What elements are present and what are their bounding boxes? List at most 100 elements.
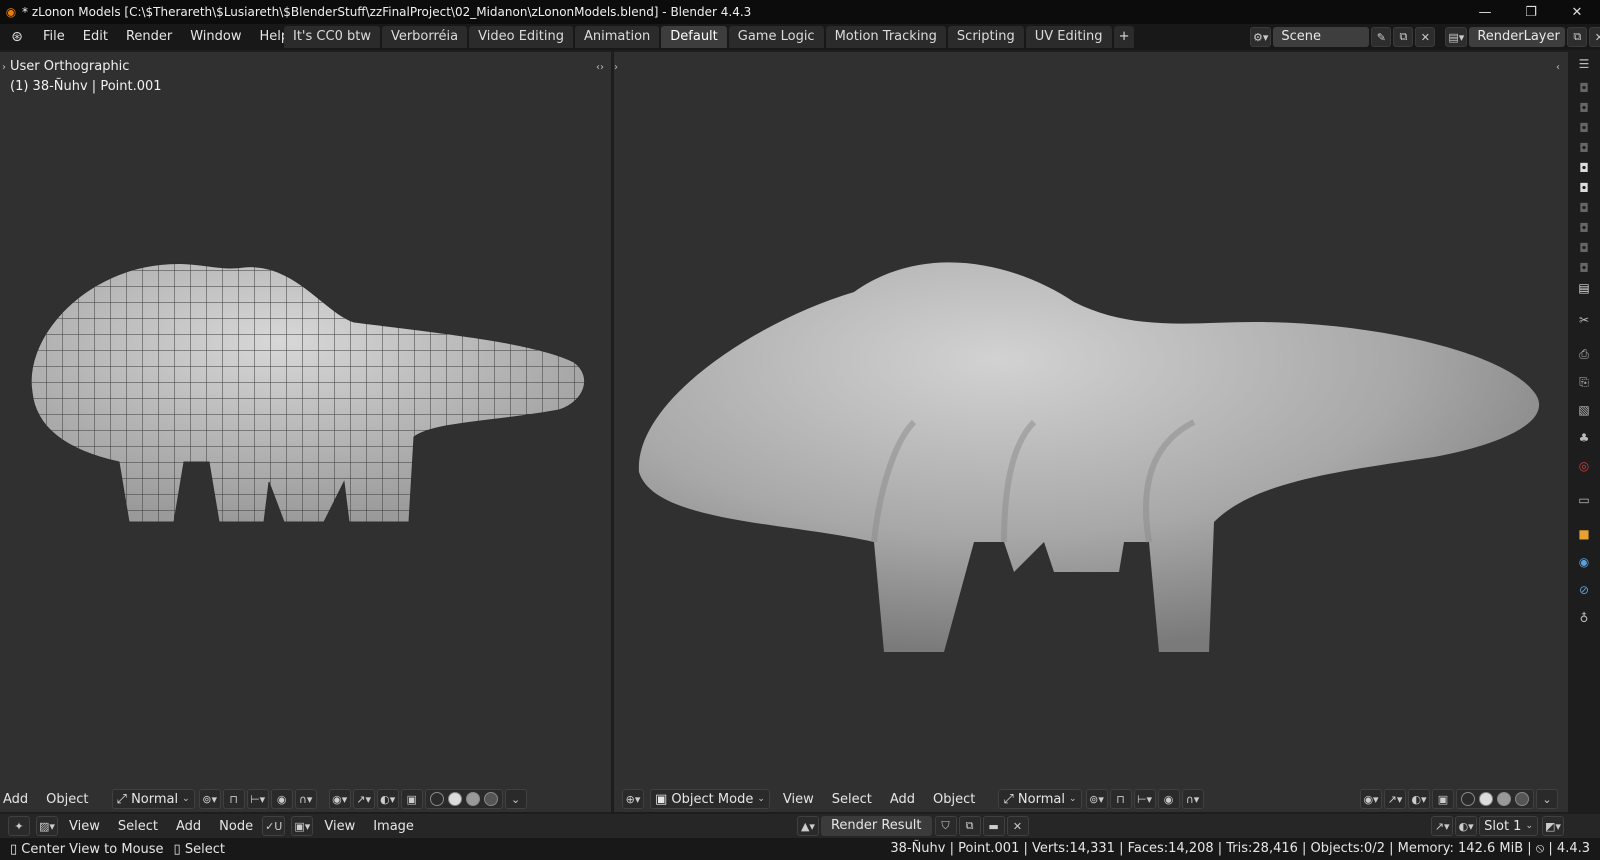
overlay-icon[interactable]: ◐▾ [376, 789, 399, 809]
use-nodes-checkbox[interactable]: ✓U [262, 816, 286, 836]
camera-icon-3[interactable]: ◘ [1574, 118, 1594, 138]
tab-its-cc0-btw[interactable]: It's CC0 btw [284, 26, 380, 48]
transform-orientation-dropdown[interactable]: ⤢ Normal ⌄ [111, 789, 195, 809]
rendered-shading-icon[interactable] [1515, 792, 1529, 806]
image-view-menu[interactable]: View [315, 819, 364, 834]
overlay-icon-bottom[interactable]: ◐▾ [1455, 816, 1478, 836]
rendered-shading-icon[interactable] [483, 792, 498, 806]
shading-options-icon[interactable]: ⌄ [504, 789, 527, 809]
snap-target-icon[interactable]: ⊢▾ [246, 789, 269, 809]
snap-target-icon-right[interactable]: ⊢▾ [1133, 789, 1156, 809]
split-area-icon-right[interactable]: › [614, 62, 618, 73]
solid-shading-icon[interactable] [1479, 792, 1493, 806]
falloff-icon-right[interactable]: ∩▾ [1181, 789, 1204, 809]
tab-video-editing[interactable]: Video Editing [469, 26, 573, 48]
solid-shading-icon[interactable] [447, 792, 462, 806]
object-props-icon[interactable]: ■ [1574, 524, 1594, 544]
tab-default[interactable]: Default [661, 26, 727, 48]
xray-icon[interactable]: ▣ [400, 789, 423, 809]
wireframe-shading-icon[interactable] [1461, 792, 1475, 806]
tool-icon[interactable]: ✂ [1574, 310, 1594, 330]
object-menu[interactable]: Object [37, 792, 97, 807]
gizmo-icon[interactable]: ↗▾ [352, 789, 375, 809]
pin-icon[interactable]: ✎ [1371, 27, 1392, 47]
mode-dropdown[interactable]: ▣ Object Mode ⌄ [650, 789, 770, 809]
falloff-icon[interactable]: ∩▾ [294, 789, 317, 809]
node-view-menu[interactable]: View [60, 819, 109, 834]
camera-icon-5[interactable]: ◘ [1574, 158, 1594, 178]
pivot-point-icon[interactable]: ⊚▾ [198, 789, 221, 809]
new-scene-icon[interactable]: ⧉ [1393, 27, 1414, 47]
add-menu[interactable]: Add [0, 792, 37, 807]
delete-scene-icon[interactable]: ✕ [1415, 27, 1436, 47]
close-icon[interactable]: ✕ [1554, 0, 1600, 24]
camera-icon-2[interactable]: ◘ [1574, 98, 1594, 118]
node-editor-type-icon[interactable]: ✦ [8, 816, 30, 836]
toolbar-toggle-icon[interactable]: › [2, 62, 6, 73]
scene-name-field[interactable]: Scene [1273, 27, 1370, 47]
view-menu[interactable]: View [774, 792, 823, 807]
new-view-layer-icon[interactable]: ⧉ [1567, 27, 1588, 47]
slot-dropdown[interactable]: Slot 1 ⌄ [1479, 816, 1538, 836]
camera-icon-9[interactable]: ◘ [1574, 238, 1594, 258]
image-editor-type-icon[interactable]: ▣▾ [291, 816, 314, 836]
wireframe-shading-icon[interactable] [429, 792, 444, 806]
camera-icon-6[interactable]: ◘ [1574, 178, 1594, 198]
add-workspace-button[interactable]: + [1113, 26, 1135, 48]
image-image-menu[interactable]: Image [364, 819, 423, 834]
collection-icon[interactable]: ▭ [1574, 490, 1594, 510]
node-node-menu[interactable]: Node [210, 819, 262, 834]
scene-browse-icon[interactable]: ⚙▾ [1250, 27, 1272, 47]
visibility-icon[interactable]: ◉▾ [328, 789, 351, 809]
view-layer-field[interactable]: RenderLayer [1469, 27, 1566, 47]
material-shading-icon[interactable] [465, 792, 480, 806]
transform-orientation-dropdown-right[interactable]: ⤢ Normal ⌄ [998, 789, 1082, 809]
minimize-icon[interactable]: — [1462, 0, 1508, 24]
blender-logo-icon[interactable]: ⊛ [0, 24, 34, 50]
tab-animation[interactable]: Animation [574, 26, 660, 48]
scene-props-icon[interactable]: ♣ [1574, 428, 1594, 448]
object-menu-right[interactable]: Object [924, 792, 984, 807]
tab-scripting[interactable]: Scripting [947, 26, 1024, 48]
gizmo-icon-bottom[interactable]: ↗▾ [1431, 816, 1454, 836]
node-select-menu[interactable]: Select [109, 819, 167, 834]
shading-group-icon[interactable] [424, 789, 503, 809]
tab-uv-editing[interactable]: UV Editing [1025, 26, 1112, 48]
editor-type-icon[interactable]: ⊕▾ [622, 789, 644, 809]
pivot-point-icon-right[interactable]: ⊚▾ [1085, 789, 1108, 809]
node-tree-type-icon[interactable]: ▨▾ [36, 816, 58, 836]
open-image-icon[interactable]: ▬ [982, 816, 1005, 836]
constraints-icon[interactable]: ⊘ [1574, 580, 1594, 600]
new-image-icon[interactable]: ⧉ [958, 816, 981, 836]
camera-icon-4[interactable]: ◘ [1574, 138, 1594, 158]
tab-verborreia[interactable]: Verborréia [381, 26, 468, 48]
sidebar-toggle-icon[interactable]: ‹ [1556, 62, 1560, 73]
camera-icon-7[interactable]: ◘ [1574, 198, 1594, 218]
viewport-left[interactable]: › User Orthographic (1) 38-Ñuhv | Point.… [0, 52, 611, 812]
snap-icon-right[interactable]: ⊓ [1109, 789, 1132, 809]
split-area-icon[interactable]: ‹› [596, 62, 604, 73]
tab-game-logic[interactable]: Game Logic [728, 26, 824, 48]
menu-window[interactable]: Window [181, 24, 250, 50]
view-layer-icon[interactable]: ▤▾ [1445, 27, 1468, 47]
tab-motion-tracking[interactable]: Motion Tracking [825, 26, 946, 48]
output-icon[interactable]: ⎘ [1574, 372, 1594, 392]
display-channels-icon[interactable]: ◩▾ [1542, 816, 1564, 836]
data-props-icon[interactable]: ♁ [1574, 608, 1594, 628]
menu-file[interactable]: File [34, 24, 74, 50]
render-icon[interactable]: ⎙ [1574, 344, 1594, 364]
camera-icon-1[interactable]: ◘ [1574, 78, 1594, 98]
camera-icon-10[interactable]: ◘ [1574, 258, 1594, 278]
menu-edit[interactable]: Edit [74, 24, 117, 50]
select-menu[interactable]: Select [823, 792, 881, 807]
snap-icon[interactable]: ⊓ [222, 789, 245, 809]
menu-render[interactable]: Render [117, 24, 181, 50]
delete-view-layer-icon[interactable]: ✕ [1589, 27, 1600, 47]
camera-icon-8[interactable]: ◘ [1574, 218, 1594, 238]
gizmo-icon-right[interactable]: ↗▾ [1384, 789, 1406, 809]
maximize-icon[interactable]: ❐ [1508, 0, 1554, 24]
overlay-icon-right[interactable]: ◐▾ [1408, 789, 1430, 809]
outliner-icon[interactable]: ☰ [1574, 54, 1594, 74]
shading-options-icon-right[interactable]: ⌄ [1536, 789, 1558, 809]
view-layer-props-icon[interactable]: ▧ [1574, 400, 1594, 420]
